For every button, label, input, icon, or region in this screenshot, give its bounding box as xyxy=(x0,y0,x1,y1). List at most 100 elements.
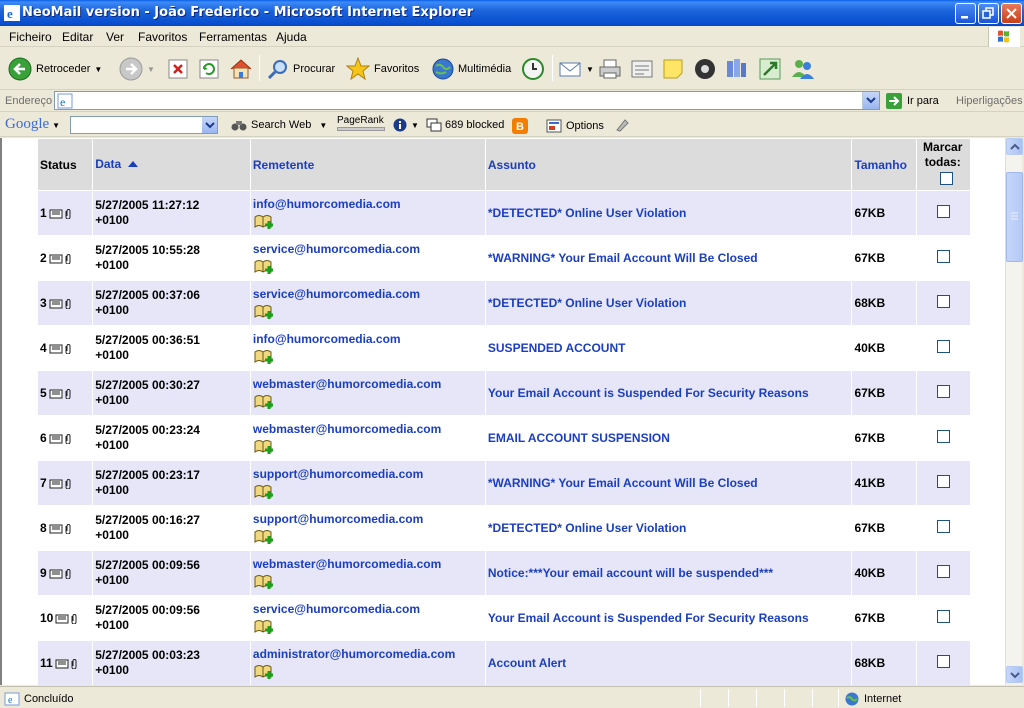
select-checkbox[interactable] xyxy=(936,430,950,443)
add-to-addressbook-icon[interactable] xyxy=(253,349,275,365)
google-search-dropdown[interactable] xyxy=(202,117,217,133)
sender-link[interactable]: administrator@humorcomedia.com xyxy=(253,647,485,661)
header-subject[interactable]: Assunto xyxy=(485,139,852,190)
highlight-button[interactable] xyxy=(615,118,629,132)
page-info-button[interactable]: ▼ xyxy=(393,118,419,132)
select-checkbox[interactable] xyxy=(936,655,950,668)
add-to-addressbook-icon[interactable] xyxy=(253,529,275,545)
select-checkbox[interactable] xyxy=(936,205,950,218)
back-button[interactable]: Retroceder ▼ xyxy=(8,55,102,83)
go-button[interactable]: Ir para xyxy=(885,92,939,110)
menu-edit[interactable]: Editar xyxy=(62,30,93,44)
sort-by-sender-link[interactable]: Remetente xyxy=(253,158,314,172)
mail-button[interactable]: ▼ xyxy=(558,55,594,83)
search-web-dropdown-icon[interactable]: ▼ xyxy=(319,121,327,130)
table-row[interactable]: 10 5/27/2005 00:09:56 +0100 service@humor… xyxy=(38,596,970,640)
bluetooth-button[interactable] xyxy=(758,55,782,83)
table-row[interactable]: 1 5/27/2005 11:27:12 +0100 info@humorcome… xyxy=(38,191,970,235)
subject-link[interactable]: *DETECTED* Online User Violation xyxy=(488,520,852,536)
history-button[interactable] xyxy=(521,55,545,83)
home-button[interactable] xyxy=(229,55,253,83)
edit-button[interactable] xyxy=(630,55,654,83)
subject-link[interactable]: Your Email Account is Suspended For Secu… xyxy=(488,385,852,401)
address-dropdown-button[interactable] xyxy=(862,92,879,109)
select-checkbox[interactable] xyxy=(936,340,950,353)
subject-link[interactable]: Notice:***Your email account will be sus… xyxy=(488,565,852,581)
subject-link[interactable]: Account Alert xyxy=(488,655,852,671)
sender-link[interactable]: support@humorcomedia.com xyxy=(253,512,485,526)
sender-link[interactable]: service@humorcomedia.com xyxy=(253,602,485,616)
table-row[interactable]: 4 5/27/2005 00:36:51 +0100 info@humorcome… xyxy=(38,326,970,370)
messenger-button[interactable] xyxy=(692,55,718,83)
links-toolbar[interactable]: Hiperligações xyxy=(956,95,1023,107)
subject-link[interactable]: *WARNING* Your Email Account Will Be Clo… xyxy=(488,475,852,491)
select-checkbox[interactable] xyxy=(936,565,950,578)
add-to-addressbook-icon[interactable] xyxy=(253,304,275,320)
research-button[interactable] xyxy=(724,55,748,83)
address-input[interactable]: e xyxy=(54,91,880,110)
multimedia-button[interactable]: Multimédia xyxy=(432,55,511,83)
sort-by-size-link[interactable]: Tamanho xyxy=(854,158,906,172)
back-dropdown-icon[interactable]: ▼ xyxy=(94,65,102,74)
table-row[interactable]: 9 5/27/2005 00:09:56 +0100 webmaster@humo… xyxy=(38,551,970,595)
blogger-button[interactable]: B xyxy=(512,118,528,134)
options-button[interactable]: Options xyxy=(546,118,604,134)
maximize-button[interactable] xyxy=(978,3,999,24)
select-checkbox[interactable] xyxy=(936,475,950,488)
table-row[interactable]: 11 5/27/2005 00:03:23 +0100 administrator… xyxy=(38,641,970,685)
search-web-button[interactable]: Search Web ▼ xyxy=(231,118,327,132)
select-checkbox[interactable] xyxy=(936,610,950,623)
select-checkbox[interactable] xyxy=(936,295,950,308)
add-to-addressbook-icon[interactable] xyxy=(253,484,275,500)
header-size[interactable]: Tamanho xyxy=(852,139,916,190)
subject-link[interactable]: SUSPENDED ACCOUNT xyxy=(488,340,852,356)
page-info-dropdown-icon[interactable]: ▼ xyxy=(411,121,419,130)
select-checkbox[interactable] xyxy=(936,250,950,263)
header-sender[interactable]: Remetente xyxy=(250,139,485,190)
sort-by-subject-link[interactable]: Assunto xyxy=(488,158,536,172)
print-button[interactable] xyxy=(598,55,622,83)
sender-link[interactable]: webmaster@humorcomedia.com xyxy=(253,422,485,436)
table-row[interactable]: 6 5/27/2005 00:23:24 +0100 webmaster@humo… xyxy=(38,416,970,460)
menu-file[interactable]: Ficheiro xyxy=(9,30,52,44)
add-to-addressbook-icon[interactable] xyxy=(253,259,275,275)
google-search-input[interactable] xyxy=(70,116,218,134)
forward-dropdown-icon[interactable]: ▼ xyxy=(147,65,155,74)
table-row[interactable]: 7 5/27/2005 00:23:17 +0100 support@humorc… xyxy=(38,461,970,505)
add-to-addressbook-icon[interactable] xyxy=(253,619,275,635)
subject-link[interactable]: Your Email Account is Suspended For Secu… xyxy=(488,610,852,626)
table-row[interactable]: 2 5/27/2005 10:55:28 +0100 service@humorc… xyxy=(38,236,970,280)
subject-link[interactable]: *DETECTED* Online User Violation xyxy=(488,295,852,311)
table-row[interactable]: 8 5/27/2005 00:16:27 +0100 support@humorc… xyxy=(38,506,970,550)
add-to-addressbook-icon[interactable] xyxy=(253,439,275,455)
table-row[interactable]: 5 5/27/2005 00:30:27 +0100 webmaster@humo… xyxy=(38,371,970,415)
refresh-button[interactable] xyxy=(198,55,220,83)
select-checkbox[interactable] xyxy=(936,520,950,533)
header-date[interactable]: Data xyxy=(93,139,250,190)
scroll-up-button[interactable] xyxy=(1006,138,1023,155)
sender-link[interactable]: info@humorcomedia.com xyxy=(253,197,485,211)
subject-link[interactable]: *DETECTED* Online User Violation xyxy=(488,205,852,221)
menu-tools[interactable]: Ferramentas xyxy=(199,30,267,44)
add-to-addressbook-icon[interactable] xyxy=(253,574,275,590)
scroll-down-button[interactable] xyxy=(1006,666,1023,683)
menu-view[interactable]: Ver xyxy=(106,30,124,44)
add-to-addressbook-icon[interactable] xyxy=(253,664,275,680)
minimize-button[interactable] xyxy=(955,3,976,24)
stop-button[interactable] xyxy=(167,55,189,83)
sort-by-date-link[interactable]: Data xyxy=(95,157,121,171)
popup-blocker-button[interactable]: 689 blocked xyxy=(426,118,504,132)
contacts-button[interactable] xyxy=(790,55,816,83)
search-button[interactable]: Procurar xyxy=(267,55,335,83)
favorites-button[interactable]: Favoritos xyxy=(346,55,419,83)
sender-link[interactable]: service@humorcomedia.com xyxy=(253,242,485,256)
sender-link[interactable]: service@humorcomedia.com xyxy=(253,287,485,301)
table-row[interactable]: 3 5/27/2005 00:37:06 +0100 service@humorc… xyxy=(38,281,970,325)
sender-link[interactable]: webmaster@humorcomedia.com xyxy=(253,377,485,391)
sender-link[interactable]: support@humorcomedia.com xyxy=(253,467,485,481)
add-to-addressbook-icon[interactable] xyxy=(253,214,275,230)
add-to-addressbook-icon[interactable] xyxy=(253,394,275,410)
select-checkbox[interactable] xyxy=(936,385,950,398)
subject-link[interactable]: *WARNING* Your Email Account Will Be Clo… xyxy=(488,250,852,266)
google-logo[interactable]: Google ▼ xyxy=(5,116,60,133)
